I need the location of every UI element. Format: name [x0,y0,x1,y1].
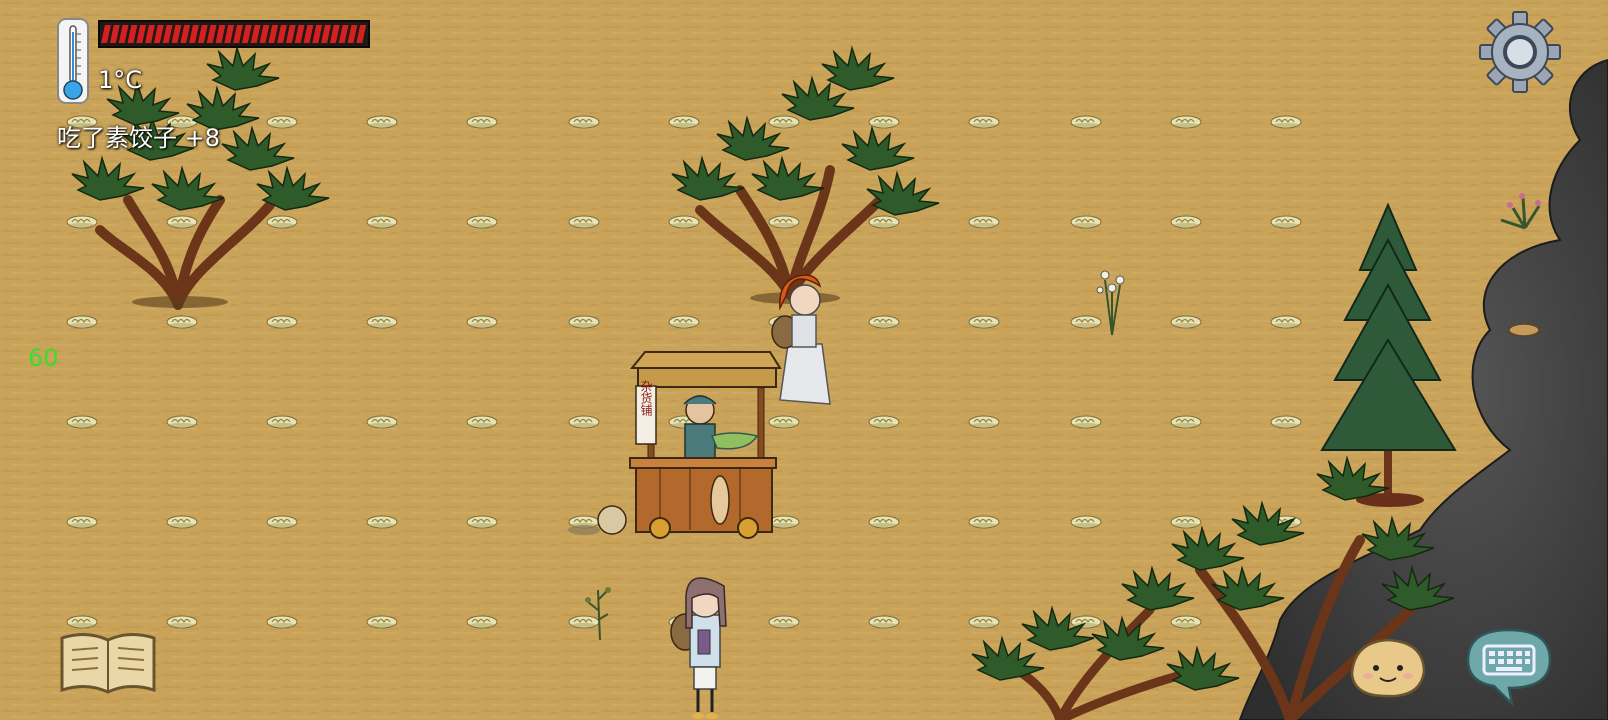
status-message: 吃了素饺子 +8 [57,124,221,152]
fps-counter: 60 [28,344,59,372]
merchant-stall[interactable]: 杂货铺 [629,351,782,539]
potato-face-icon[interactable] [1346,634,1430,700]
gear-icon[interactable] [1478,10,1562,94]
flat-stone[interactable] [1508,323,1540,337]
keyboard-icon[interactable] [1464,626,1554,706]
game-world[interactable]: 杂货铺 [0,0,1608,720]
thermometer-icon [57,18,89,104]
stall-sign: 杂货铺 [639,380,653,416]
hunger-bar [98,20,370,48]
book-icon[interactable] [58,628,158,696]
temperature-readout: 1°C [98,66,143,94]
